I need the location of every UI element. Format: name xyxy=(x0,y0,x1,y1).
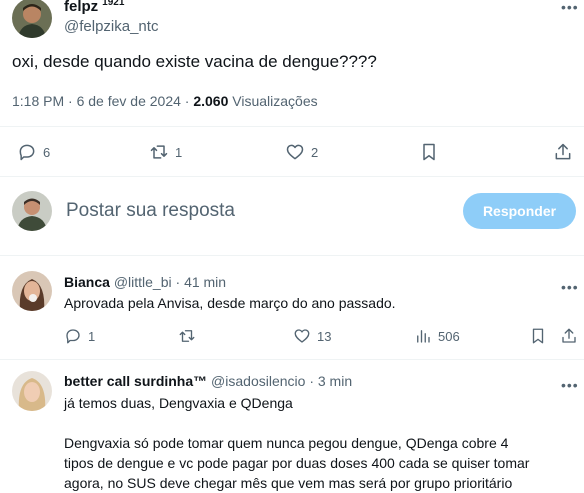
retweet-icon xyxy=(150,145,168,159)
heart-icon xyxy=(294,329,310,343)
reply-display-name[interactable]: better call surdinha™ xyxy=(64,373,207,389)
main-tweet-display-name[interactable]: felpz 1921 xyxy=(64,0,124,15)
like-action[interactable]: 13 xyxy=(293,327,331,345)
reply-action[interactable]: 6 xyxy=(17,142,50,162)
reply-separator: · xyxy=(175,274,181,290)
reply-icon xyxy=(66,329,80,344)
reply-text-line: Dengvaxia só pode tomar quem nunca pegou… xyxy=(64,435,509,451)
avatar-image xyxy=(12,271,52,311)
main-tweet-avatar[interactable] xyxy=(12,0,52,38)
more-options-icon[interactable]: ••• xyxy=(561,378,579,392)
bookmark-action[interactable] xyxy=(529,327,547,345)
share-icon xyxy=(562,328,576,343)
tweet-timestamp[interactable]: 1:18 PM · 6 de fev de 2024 · xyxy=(12,93,189,109)
current-user-avatar[interactable] xyxy=(12,191,52,231)
avatar-image xyxy=(12,191,52,231)
reply-header: better call surdinha™ @isadosilencio · 3… xyxy=(64,373,352,389)
reply-count: 1 xyxy=(88,328,96,344)
views-action[interactable]: 506 xyxy=(414,327,460,345)
retweet-count: 1 xyxy=(175,144,183,160)
reply-text-line: agora, no SUS deve chegar mês que vem ma… xyxy=(64,475,513,491)
retweet-action[interactable]: 1 xyxy=(149,142,182,162)
divider xyxy=(0,359,584,360)
reply-author-avatar[interactable] xyxy=(12,271,52,311)
retweet-action[interactable] xyxy=(178,327,202,345)
display-name-text: felpz xyxy=(64,0,99,15)
reply-time[interactable]: 41 min xyxy=(184,274,226,290)
like-action[interactable]: 2 xyxy=(285,142,318,162)
reply-text-line: tipos de dengue e vc pode pagar por duas… xyxy=(64,455,530,471)
reply-author-avatar[interactable] xyxy=(12,371,52,411)
divider xyxy=(0,255,584,256)
bookmark-icon xyxy=(423,143,435,161)
avatar-image xyxy=(12,371,52,411)
reply-count: 6 xyxy=(43,144,51,160)
divider xyxy=(0,176,584,177)
name-badge: 1921 xyxy=(102,0,125,8)
avatar-image xyxy=(12,0,52,38)
reply-input[interactable]: Postar sua resposta xyxy=(66,200,235,222)
share-icon xyxy=(555,143,571,160)
share-action[interactable] xyxy=(553,142,573,162)
main-tweet-text: oxi, desde quando existe vacina de dengu… xyxy=(12,52,377,71)
retweet-icon xyxy=(179,330,195,342)
share-action[interactable] xyxy=(560,327,578,345)
bookmark-icon xyxy=(532,328,544,344)
reply-time[interactable]: 3 min xyxy=(318,373,352,389)
more-options-icon[interactable]: ••• xyxy=(561,0,579,14)
reply-action[interactable]: 1 xyxy=(64,327,95,345)
reply-icon xyxy=(19,144,35,161)
views-count: 506 xyxy=(438,328,460,344)
like-count: 2 xyxy=(311,144,319,160)
reply-text-line: já temos duas, Dengvaxia e QDenga xyxy=(64,395,293,411)
views-chart-icon xyxy=(417,330,430,343)
reply-display-name[interactable]: Bianca xyxy=(64,274,110,290)
divider xyxy=(0,126,584,127)
reply-handle[interactable]: @little_bi xyxy=(114,274,172,290)
reply-handle[interactable]: @isadosilencio xyxy=(211,373,305,389)
reply-separator: · xyxy=(309,373,314,389)
views-count: 2.060 xyxy=(193,93,229,109)
main-tweet-handle[interactable]: @felpzika_ntc xyxy=(64,18,158,35)
main-tweet-meta: 1:18 PM · 6 de fev de 2024 · 2.060 Visua… xyxy=(12,93,318,109)
reply-button[interactable]: Responder xyxy=(463,193,576,229)
heart-icon xyxy=(286,144,304,160)
bookmark-action[interactable] xyxy=(419,142,439,162)
more-options-icon[interactable]: ••• xyxy=(561,280,579,294)
reply-header: Bianca @little_bi · 41 min xyxy=(64,274,226,290)
views-label: Visualizações xyxy=(232,93,318,109)
reply-text: Aprovada pela Anvisa, desde março do ano… xyxy=(64,295,396,311)
like-count: 13 xyxy=(317,328,332,344)
